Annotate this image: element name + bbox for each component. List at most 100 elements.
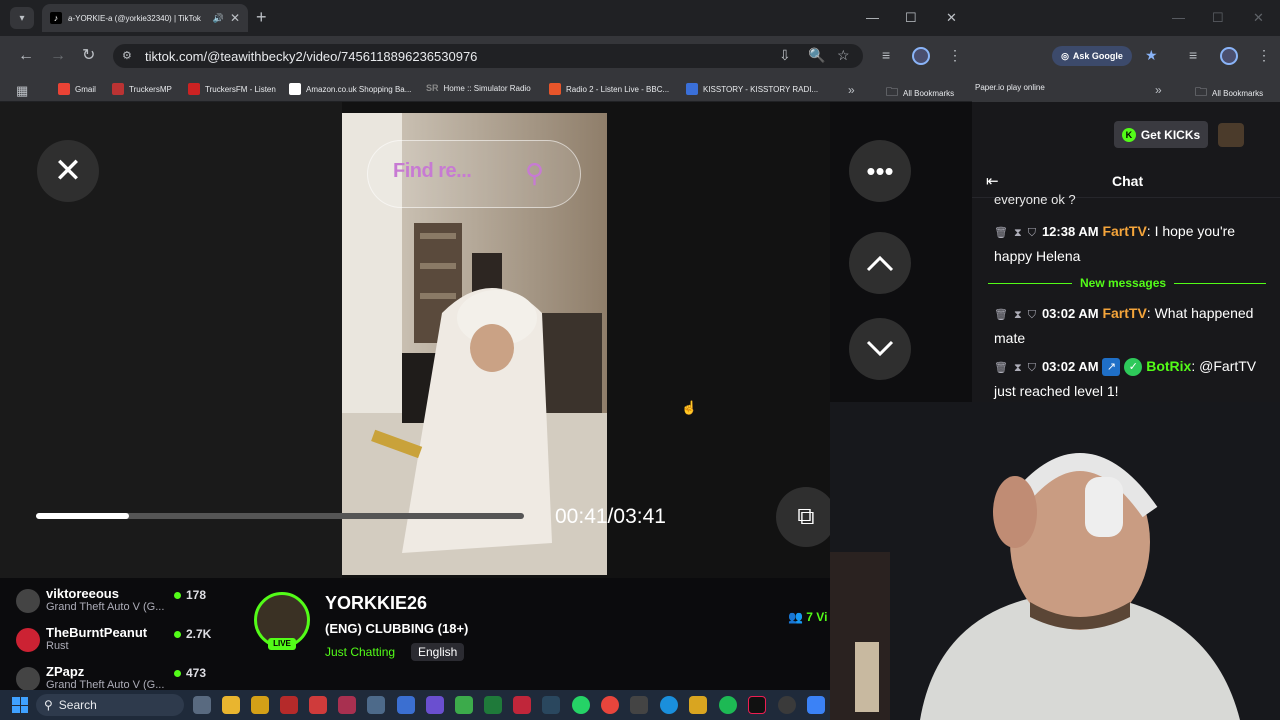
spotify-icon[interactable]: [719, 696, 737, 714]
app-icon[interactable]: [338, 696, 356, 714]
more-options-button[interactable]: •••: [849, 140, 911, 202]
active-tab[interactable]: ♪ a-YORKIE-a (@yorkie32340) | TikTok 🔊 ✕: [42, 4, 248, 32]
amazon-icon: [289, 83, 301, 95]
profile-avatar[interactable]: [912, 47, 930, 65]
app-icon[interactable]: [807, 696, 825, 714]
bookmark-radio2[interactable]: Radio 2 - Listen Live - BBC...: [549, 83, 669, 95]
speaker-icon[interactable]: 🔊: [213, 13, 224, 24]
app-icon[interactable]: [426, 696, 444, 714]
folder-icon: 🗀: [886, 85, 899, 99]
menu-kebab-icon[interactable]: ⋮: [948, 47, 962, 64]
bookmark-paperio[interactable]: Paper.io play online: [975, 83, 1045, 92]
search-icon[interactable]: ⚲: [525, 158, 544, 189]
picture-in-picture-button[interactable]: ⧉: [776, 487, 836, 547]
right-minimize-icon[interactable]: —: [1172, 10, 1185, 25]
collapse-chat-icon[interactable]: ⇤: [986, 172, 999, 190]
right-all-bookmarks[interactable]: 🗀 All Bookmarks: [1195, 83, 1263, 104]
tiktok-icon[interactable]: [748, 696, 766, 714]
app-icon[interactable]: [689, 696, 707, 714]
bookmark-simulator-radio[interactable]: SR Home :: Simulator Radio: [426, 83, 531, 93]
chat-message-cut: everyone ok ?: [994, 192, 1076, 207]
more-bookmarks-icon[interactable]: »: [848, 83, 855, 97]
all-bookmarks[interactable]: 🗀 All Bookmarks: [886, 83, 954, 104]
avatar: [16, 628, 40, 652]
recommended-channel[interactable]: ZPapz Grand Theft Auto V (G...: [16, 664, 164, 691]
user-avatar[interactable]: [1218, 123, 1244, 147]
timeout-icon: ⧗: [1013, 227, 1022, 239]
get-kicks-button[interactable]: K Get KICKs: [1114, 121, 1208, 148]
bookmark-gmail[interactable]: Gmail: [58, 83, 96, 95]
media-control-icon[interactable]: ≡: [882, 47, 890, 63]
avatar: [16, 589, 40, 613]
site-info-icon[interactable]: ⚙: [122, 49, 132, 62]
excel-icon[interactable]: [484, 696, 502, 714]
right-window-tabbar: [972, 0, 1280, 36]
mouse-cursor-icon: ☝: [681, 400, 698, 415]
tab-close-icon[interactable]: ✕: [230, 11, 240, 25]
back-icon[interactable]: ←: [18, 46, 34, 66]
chevron-up-icon: [866, 255, 894, 272]
search-icon: ⚲: [44, 698, 53, 712]
close-video-button[interactable]: ✕: [37, 140, 99, 202]
zoom-icon[interactable]: 🔍: [808, 47, 825, 64]
stream-category[interactable]: Just Chatting: [325, 645, 395, 659]
app-icon[interactable]: [309, 696, 327, 714]
kisstory-icon: [686, 83, 698, 95]
tab-search-button[interactable]: ▾: [10, 7, 34, 29]
taskbar-search[interactable]: ⚲ Search: [36, 694, 184, 716]
tiktok-favicon-icon: ♪: [50, 12, 62, 24]
app-icon[interactable]: [778, 696, 796, 714]
url-text[interactable]: tiktok.com/@teawithbecky2/video/74561188…: [145, 49, 477, 64]
avatar: [16, 667, 40, 691]
recommended-channel[interactable]: viktoreeous Grand Theft Auto V (G...: [16, 586, 164, 613]
bookmark-star-icon[interactable]: ☆: [837, 47, 850, 64]
right-star-icon[interactable]: ★: [1145, 47, 1158, 64]
right-more-bookmarks-icon[interactable]: »: [1155, 83, 1162, 97]
bookmark-kisstory[interactable]: KISSTORY - KISSTORY RADI...: [686, 83, 818, 95]
bookmark-truckersfm[interactable]: TruckersFM - Listen: [188, 83, 276, 95]
delete-icon: 🗑: [994, 309, 1008, 321]
bookmark-truckersmp[interactable]: TruckersMP: [112, 83, 172, 95]
ask-google-button[interactable]: ◎ Ask Google: [1052, 46, 1132, 66]
new-tab-button[interactable]: +: [256, 8, 267, 26]
right-profile-avatar[interactable]: [1220, 47, 1238, 65]
app-icon[interactable]: [397, 696, 415, 714]
chat-title: Chat: [1112, 173, 1144, 189]
app-icon[interactable]: [367, 696, 385, 714]
app-icon[interactable]: [280, 696, 298, 714]
app-icon[interactable]: [251, 696, 269, 714]
chrome-icon[interactable]: [601, 696, 619, 714]
maximize-icon[interactable]: ☐: [905, 10, 917, 26]
file-explorer-icon[interactable]: [222, 696, 240, 714]
app-icon[interactable]: [630, 696, 648, 714]
chevron-down-icon: [866, 340, 894, 357]
apps-grid-icon[interactable]: ▦: [16, 83, 28, 99]
lens-icon: ◎: [1061, 50, 1069, 61]
app-icon[interactable]: [513, 696, 531, 714]
viewer-count: 178: [174, 588, 206, 602]
install-app-icon[interactable]: ⇩: [779, 47, 791, 64]
previous-video-button[interactable]: [849, 232, 911, 294]
right-maximize-icon[interactable]: ☐: [1212, 10, 1224, 26]
minimize-icon[interactable]: —: [866, 10, 879, 25]
next-video-button[interactable]: [849, 318, 911, 380]
edge-icon[interactable]: [660, 696, 678, 714]
bookmark-amazon[interactable]: Amazon.co.uk Shopping Ba...: [289, 83, 411, 95]
right-menu-icon[interactable]: ⋮: [1257, 47, 1271, 64]
whatsapp-icon[interactable]: [572, 696, 590, 714]
streamer-name[interactable]: YORKKIE26: [325, 593, 427, 614]
right-close-icon[interactable]: ✕: [1253, 10, 1264, 26]
window-close-icon[interactable]: ✕: [946, 10, 957, 26]
steam-icon[interactable]: [542, 696, 560, 714]
recommended-channel[interactable]: TheBurntPeanut Rust: [16, 625, 147, 652]
forward-icon[interactable]: →: [50, 46, 66, 66]
language-tag[interactable]: English: [411, 643, 465, 661]
truckersmp-icon: [112, 83, 124, 95]
reload-icon[interactable]: ↻: [82, 46, 95, 66]
task-view-icon[interactable]: [193, 696, 211, 714]
chat-message: 🗑 ⧗ ⛉ 03:02 AM FartTV: What happened mate: [994, 305, 1254, 346]
windows-start-icon[interactable]: [12, 697, 28, 713]
screen: ▾ ♪ a-YORKIE-a (@yorkie32340) | TikTok 🔊…: [0, 0, 1280, 720]
app-icon[interactable]: [455, 696, 473, 714]
right-media-icon[interactable]: ≡: [1189, 47, 1197, 63]
